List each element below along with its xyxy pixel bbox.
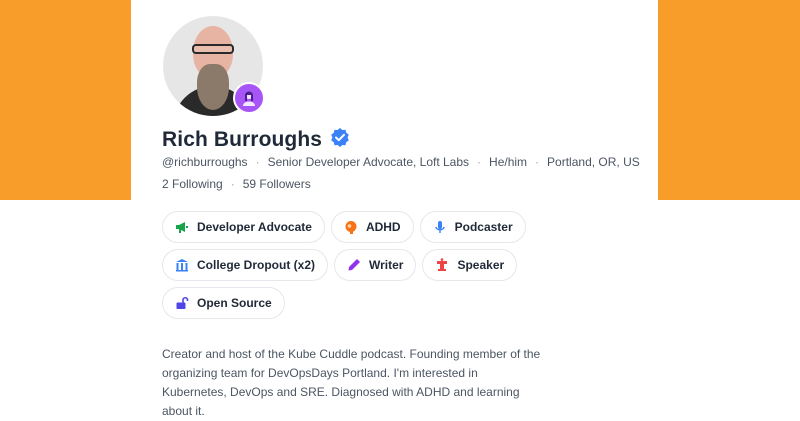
follow-stats: 2 Following · 59 Followers	[162, 177, 311, 191]
profile-pronouns: He/him	[489, 155, 528, 169]
unlock-icon	[175, 296, 189, 310]
tag-list: Developer Advocate ADHD Podcaster Colleg…	[162, 211, 526, 325]
building-icon	[175, 258, 189, 272]
megaphone-icon	[175, 220, 189, 234]
followers-link[interactable]: 59 Followers	[243, 177, 311, 191]
tag-speaker[interactable]: Speaker	[422, 249, 518, 281]
tag-adhd[interactable]: ADHD	[330, 211, 414, 243]
verified-check-icon	[330, 127, 350, 152]
profile-meta: @richburroughs · Senior Developer Advoca…	[162, 155, 640, 169]
profile-title: Senior Developer Advocate, Loft Labs	[267, 155, 470, 169]
profile-card: Rich Burroughs @richburroughs · Senior D…	[131, 0, 658, 419]
podium-icon	[435, 258, 449, 272]
following-link[interactable]: 2 Following	[162, 177, 223, 191]
microphone-icon	[433, 220, 447, 234]
tag-writer[interactable]: Writer	[334, 249, 417, 281]
profile-bio: Creator and host of the Kube Cuddle podc…	[162, 347, 541, 418]
name-row: Rich Burroughs	[162, 127, 350, 152]
profile-location: Portland, OR, US	[547, 155, 640, 169]
profile-name: Rich Burroughs	[162, 127, 323, 151]
pen-icon	[347, 258, 361, 272]
tag-college-dropout[interactable]: College Dropout (x2)	[162, 249, 329, 281]
tag-developer-advocate[interactable]: Developer Advocate	[162, 211, 325, 243]
brain-icon	[344, 220, 358, 234]
tag-podcaster[interactable]: Podcaster	[419, 211, 526, 243]
profile-handle: @richburroughs	[162, 155, 248, 169]
tag-open-source[interactable]: Open Source	[162, 287, 285, 319]
status-badge-icon	[233, 82, 265, 114]
